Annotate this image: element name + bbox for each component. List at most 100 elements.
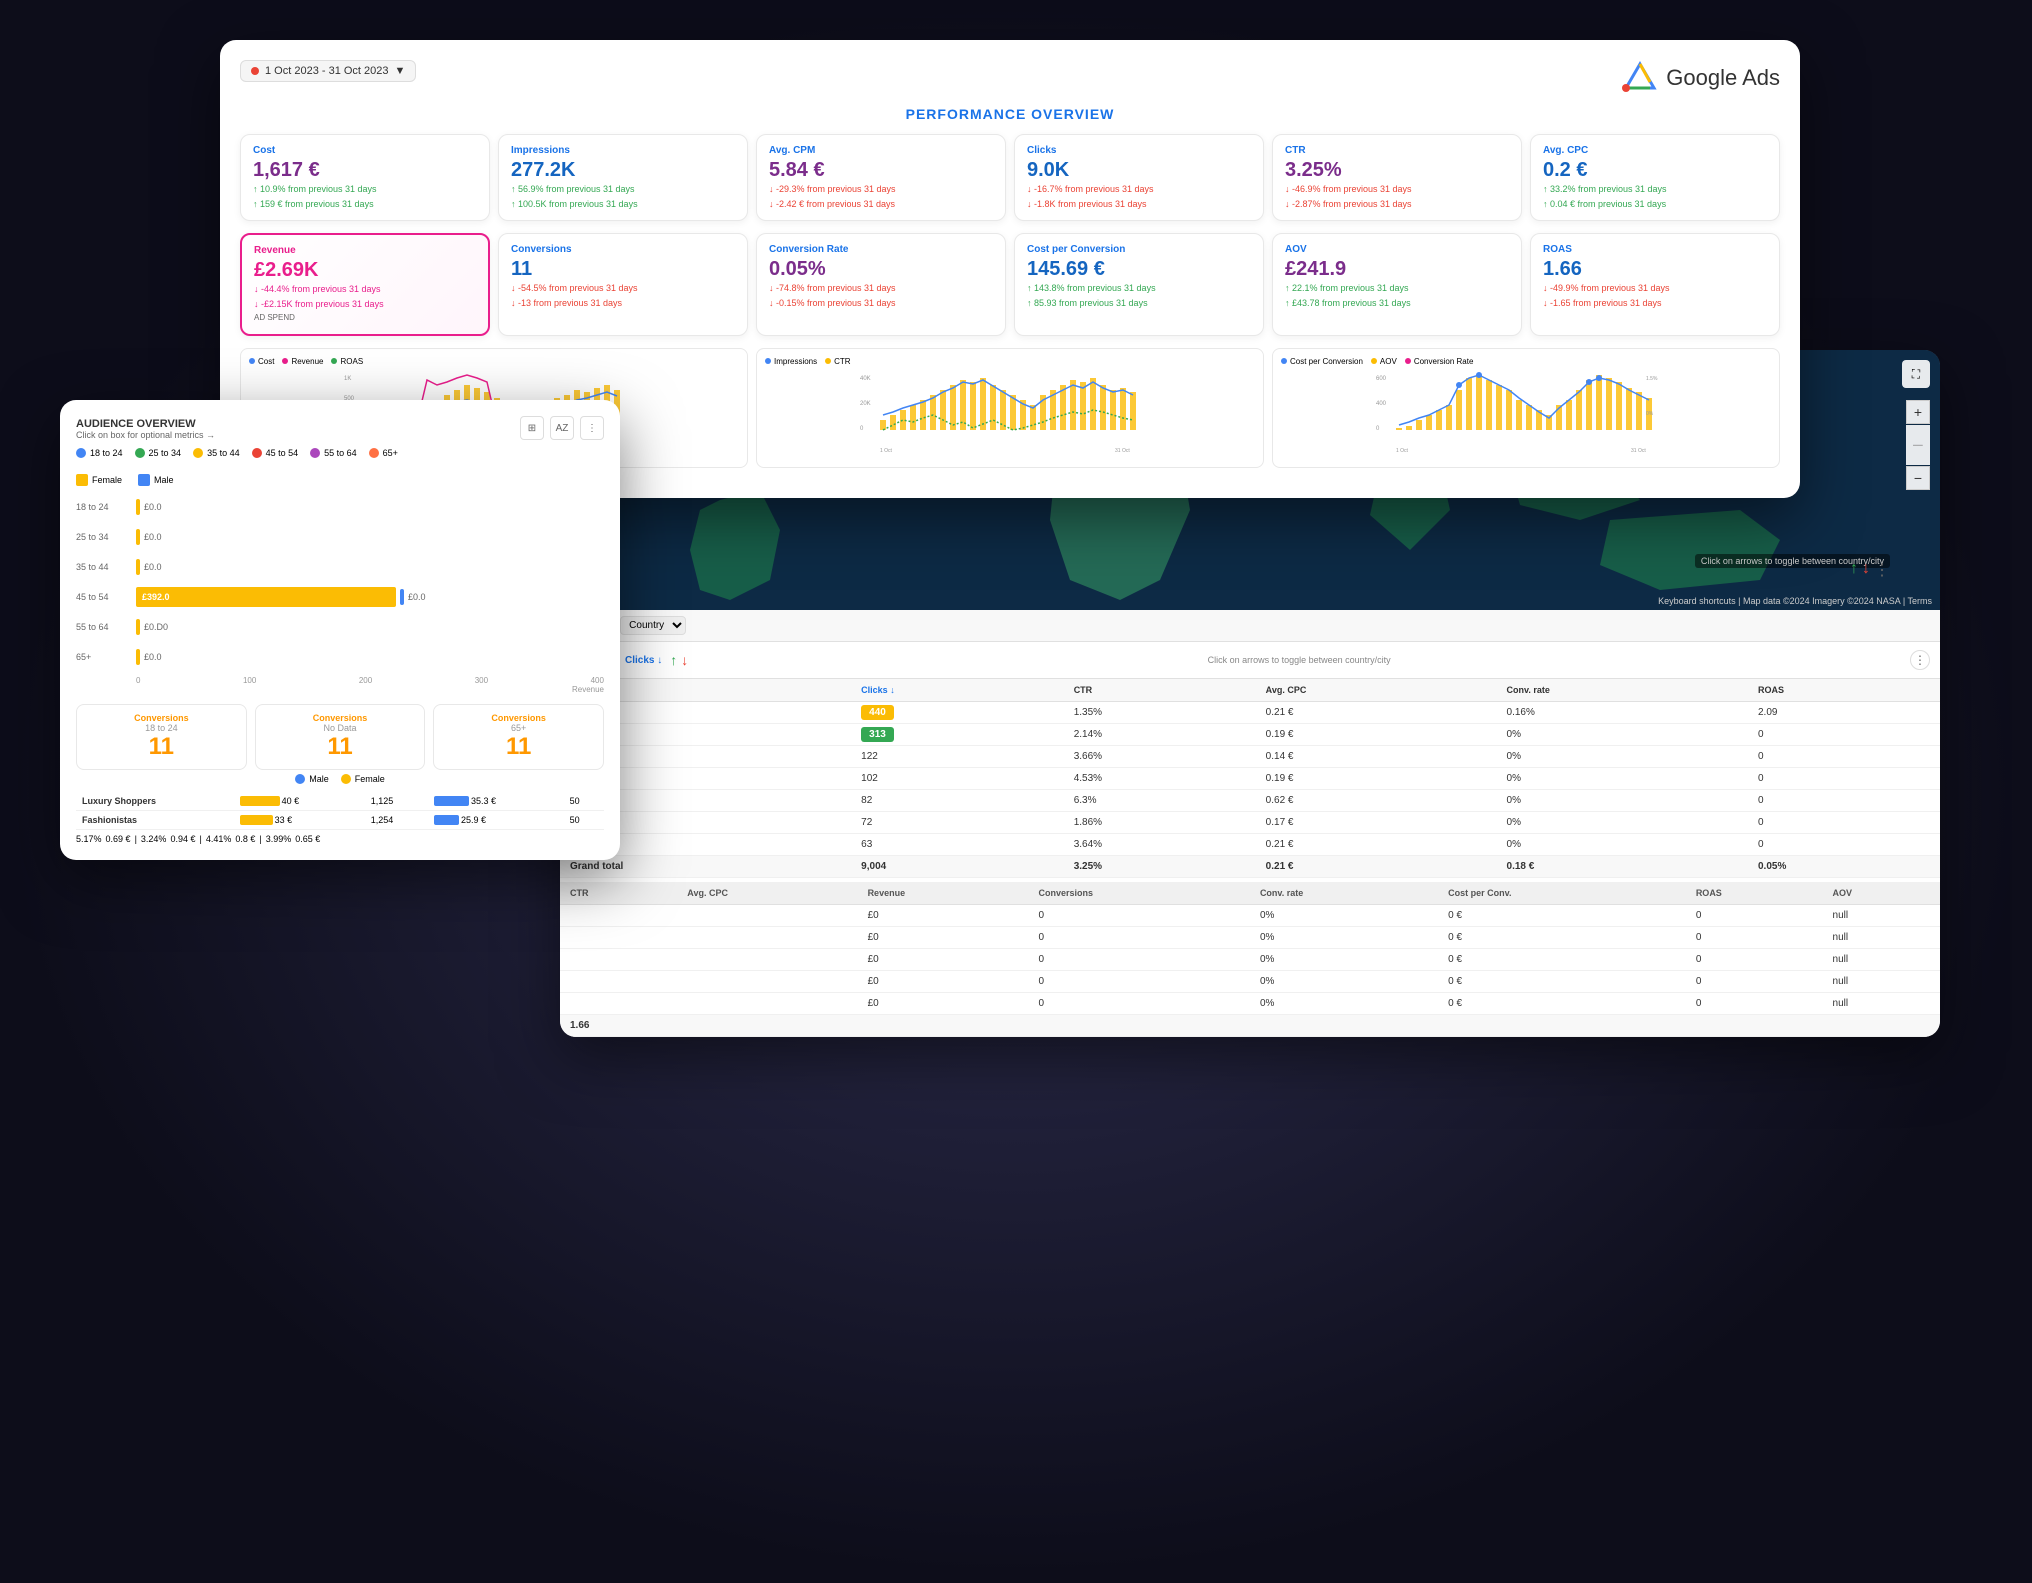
- bar-55-female: [136, 619, 140, 635]
- label-35-44: 35 to 44: [207, 448, 240, 458]
- metric-conversions[interactable]: Conversions 11 ↓ -54.5% from previous 31…: [498, 233, 748, 335]
- svg-text:600: 600: [1376, 376, 1387, 382]
- d2-roas: 0: [1686, 927, 1823, 949]
- arrow-down-toggle[interactable]: ↓: [1862, 560, 1870, 580]
- d1-ctr: [560, 905, 677, 927]
- metric-cost[interactable]: Cost 1,617 € ↑ 10.9% from previous 31 da…: [240, 134, 490, 221]
- detail-grand-total: 1.66: [560, 1015, 1940, 1037]
- conv-change2: ↓ -13 from previous 31 days: [511, 297, 735, 310]
- sep2: |: [199, 834, 201, 844]
- segment-ctr-row: 5.17% 0.69 € | 3.24% 0.94 € | 4.41% 0.8 …: [76, 834, 604, 844]
- zoom-out-btn[interactable]: −: [1906, 466, 1930, 490]
- th-clicks[interactable]: Clicks ↓: [851, 679, 1064, 702]
- th-roas: ROAS: [1748, 679, 1940, 702]
- clicks-value: 9.0K: [1027, 159, 1251, 181]
- detail-table: CTR Avg. CPC Revenue Conversions Conv. r…: [560, 882, 1940, 1037]
- clicks-label: Clicks: [1027, 145, 1251, 156]
- label-18-24: 18 to 24: [90, 448, 123, 458]
- table-options-btn[interactable]: ⋮: [1874, 560, 1890, 580]
- metric-revenue[interactable]: Revenue £2.69K ↓ -44.4% from previous 31…: [240, 233, 490, 335]
- ctr-turin: 1.86%: [1064, 812, 1256, 834]
- detail-row-5: £0 0 0% 0 € 0 null: [560, 993, 1940, 1015]
- d1-aov: null: [1823, 905, 1940, 927]
- segment-luxury-ctr: 35.3 €: [428, 792, 564, 811]
- metric-cost-conv[interactable]: Cost per Conversion 145.69 € ↑ 143.8% fr…: [1014, 233, 1264, 335]
- d4-convrate: 0%: [1250, 971, 1438, 993]
- arrow-up-toggle[interactable]: ↑: [1850, 560, 1858, 580]
- th-ctr2: CTR: [560, 882, 677, 905]
- metrics-grid-row1: Cost 1,617 € ↑ 10.9% from previous 31 da…: [240, 134, 1780, 221]
- ctr2-legend-dot: [825, 358, 831, 364]
- conv-rate-label: Conversion Rate: [769, 244, 993, 255]
- bar-row-55: £0.D0: [136, 612, 604, 642]
- cost-change2: ↑ 159 € from previous 31 days: [253, 198, 477, 211]
- clicks-turin: 72: [851, 812, 1064, 834]
- fashionistas-ctr: 25.9 €: [428, 811, 564, 830]
- sep1: |: [135, 834, 137, 844]
- clicks-naples: 82: [851, 790, 1064, 812]
- metric-conv-rate[interactable]: Conversion Rate 0.05% ↓ -74.8% from prev…: [756, 233, 1006, 335]
- roas-rome: 0: [1748, 724, 1940, 746]
- roas-berlin: 0: [1748, 746, 1940, 768]
- fashionistas-bar-val: 33 €: [275, 815, 293, 825]
- table-view-btn[interactable]: ⊞: [520, 416, 544, 440]
- x-100: 100: [243, 676, 256, 685]
- d2-conv: 0: [1029, 927, 1250, 949]
- table-row-naples: Naples 82 6.3% 0.62 € 0% 0: [560, 790, 1940, 812]
- audience-controls: ⊞ AZ ⋮: [520, 416, 604, 440]
- table-row-milan: Milan 440 1.35% 0.21 € 0.16% 2.09: [560, 702, 1940, 724]
- map-expand-btn[interactable]: ⛶: [1902, 360, 1930, 388]
- metric-avg-cpm[interactable]: Avg. CPM 5.84 € ↓ -29.3% from previous 3…: [756, 134, 1006, 221]
- country-dropdown[interactable]: Country: [620, 616, 686, 635]
- cpc-berlin: 0.14 €: [1256, 746, 1497, 768]
- svg-text:31 Oct: 31 Oct: [1115, 448, 1130, 454]
- sort-up-arrow[interactable]: ↑: [670, 652, 677, 668]
- sort-btn[interactable]: AZ: [550, 416, 574, 440]
- cpc-hamburg: 0.21 €: [1256, 834, 1497, 856]
- d4-revenue: £0: [858, 971, 1029, 993]
- cost-legend: Cost: [249, 357, 274, 366]
- sep3: |: [259, 834, 261, 844]
- revenue-legend-dot: [282, 358, 288, 364]
- dgt-aov: [1823, 1015, 1940, 1037]
- conv-change1: ↓ -54.5% from previous 31 days: [511, 282, 735, 295]
- table-clicks-header[interactable]: Clicks ↓: [625, 655, 662, 666]
- bar-45-male-label: £0.0: [408, 592, 426, 602]
- zoom-slider[interactable]: │: [1906, 425, 1930, 465]
- male-legend-color: [138, 474, 150, 486]
- segment-table: Luxury Shoppers 40 € 1,125 35.3 €: [76, 792, 604, 830]
- metric-ctr[interactable]: CTR 3.25% ↓ -46.9% from previous 31 days…: [1272, 134, 1522, 221]
- conv-box-2: Conversions No Data 11: [255, 704, 426, 770]
- luxury-extra: 50: [564, 792, 604, 811]
- zoom-in-btn[interactable]: +: [1906, 400, 1930, 424]
- roas-legend-label: ROAS: [340, 357, 363, 366]
- conv-rate-change1: ↓ -74.8% from previous 31 days: [769, 282, 993, 295]
- d4-ctr: [560, 971, 677, 993]
- sort-down-arrow[interactable]: ↓: [681, 652, 688, 668]
- conv-box-3: Conversions 65+ 11: [433, 704, 604, 770]
- metric-roas[interactable]: ROAS 1.66 ↓ -49.9% from previous 31 days…: [1530, 233, 1780, 335]
- bar-row-18: £0.0: [136, 492, 604, 522]
- cost-conv-aov-chart: Cost per Conversion AOV Conversion Rate …: [1272, 348, 1780, 468]
- bar-65-female: [136, 649, 140, 665]
- legend-45-54: 45 to 54: [252, 448, 299, 458]
- date-selector[interactable]: 1 Oct 2023 - 31 Oct 2023 ▼: [240, 60, 416, 82]
- segment-fashionistas-name: Fashionistas: [76, 811, 234, 830]
- impressions-label: Impressions: [511, 145, 735, 156]
- fashionistas-ctr-bar: 25.9 €: [434, 815, 558, 825]
- metric-aov[interactable]: AOV £241.9 ↑ 22.1% from previous 31 days…: [1272, 233, 1522, 335]
- metric-clicks[interactable]: Clicks 9.0K ↓ -16.7% from previous 31 da…: [1014, 134, 1264, 221]
- roas-naples: 0: [1748, 790, 1940, 812]
- table-menu-btn[interactable]: ⋮: [1910, 650, 1930, 670]
- fashionistas-bars: 33 €: [240, 815, 359, 825]
- age-labels-col: 18 to 24 25 to 34 35 to 44 45 to 54 55 t…: [76, 492, 136, 694]
- more-btn[interactable]: ⋮: [580, 416, 604, 440]
- seg-cpc-4: 0.65 €: [295, 834, 320, 844]
- metric-avg-cpc[interactable]: Avg. CPC 0.2 € ↑ 33.2% from previous 31 …: [1530, 134, 1780, 221]
- seg-ctr-1: 5.17%: [76, 834, 102, 844]
- google-ads-text: Google Ads: [1666, 65, 1780, 91]
- aov-change1: ↑ 22.1% from previous 31 days: [1285, 282, 1509, 295]
- luxury-ctr-val: 35.3 €: [471, 796, 496, 806]
- metric-impressions[interactable]: Impressions 277.2K ↑ 56.9% from previous…: [498, 134, 748, 221]
- seg-ctr-4: 3.99%: [266, 834, 292, 844]
